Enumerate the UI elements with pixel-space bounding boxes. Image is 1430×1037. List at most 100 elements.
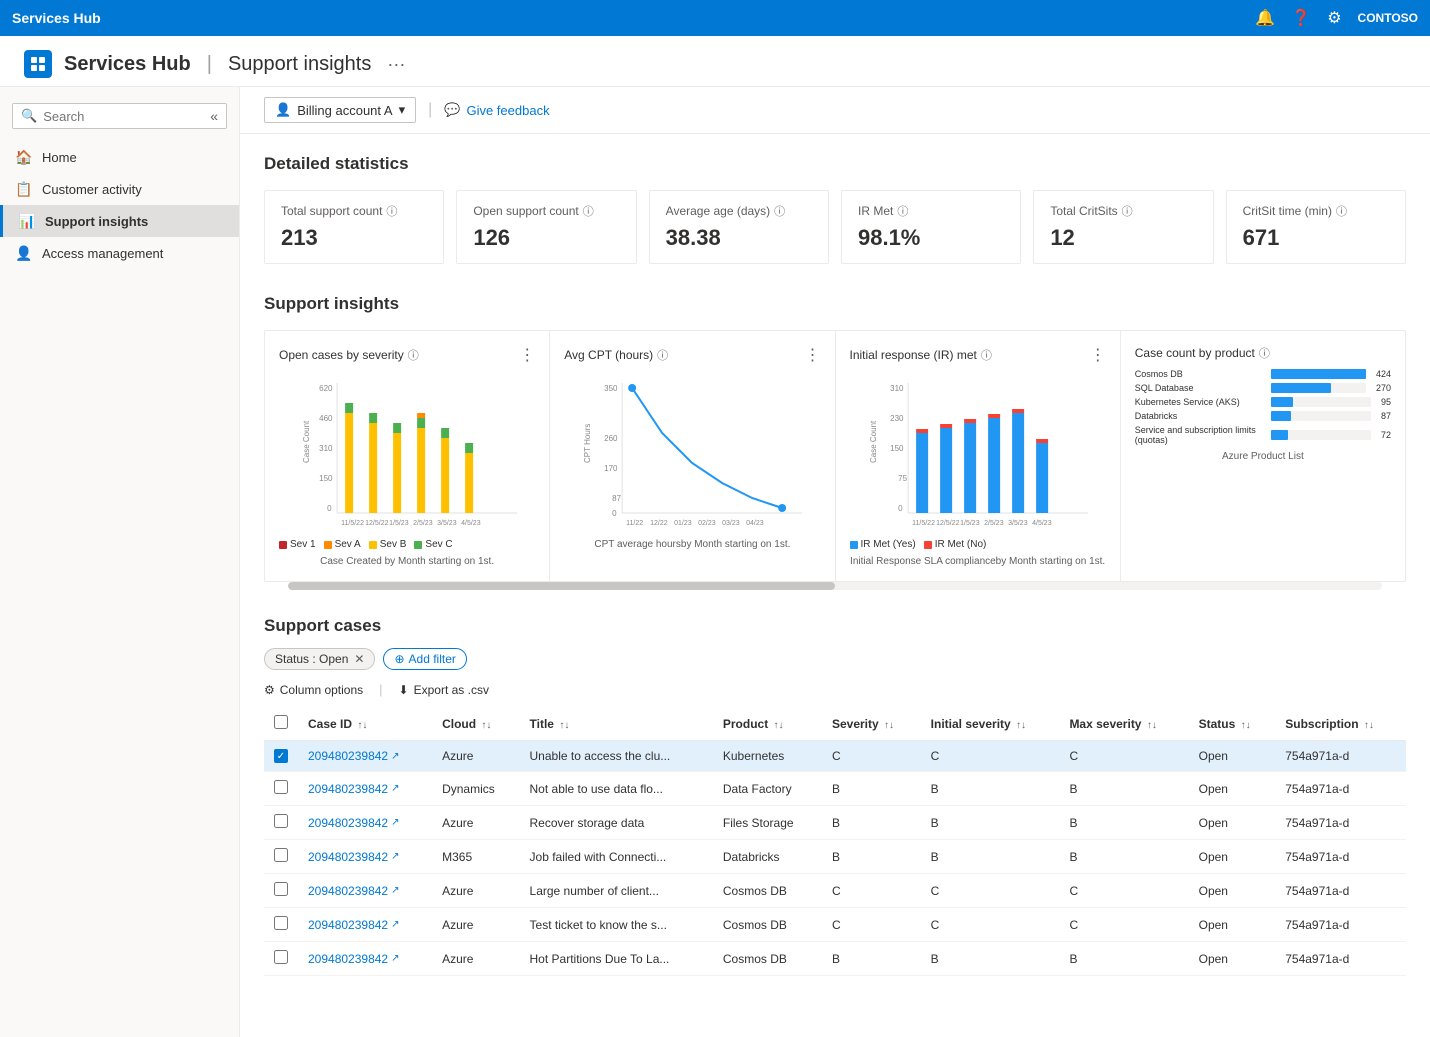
cell-check-3[interactable] [264, 840, 298, 874]
svg-text:CPT Hours: CPT Hours [583, 424, 592, 463]
column-options-button[interactable]: ⚙ Column options [264, 683, 363, 697]
chart-scroll-thumb[interactable] [288, 582, 835, 590]
case-id-link-6[interactable]: 209480239842 ↗ [308, 952, 422, 966]
bell-icon[interactable]: 🔔 [1255, 8, 1275, 28]
chart-body-4: Cosmos DB 424SQL Database 270Kubernetes … [1135, 369, 1391, 445]
row-checkbox-6[interactable] [274, 950, 288, 964]
cell-check-5[interactable] [264, 908, 298, 942]
chart-legend-3: IR Met (Yes) IR Met (No) [850, 539, 1106, 550]
info-icon-2[interactable]: ⓘ [657, 347, 668, 363]
header-status[interactable]: Status ↑↓ [1189, 707, 1276, 741]
row-checkbox-3[interactable] [274, 848, 288, 862]
svg-text:75: 75 [898, 474, 907, 483]
external-link-icon-6: ↗ [391, 953, 399, 964]
stat-info-icon-4[interactable]: ⓘ [1122, 203, 1133, 219]
header-severity[interactable]: Severity ↑↓ [822, 707, 921, 741]
help-icon[interactable]: ❓ [1291, 8, 1311, 28]
cell-check-2[interactable] [264, 806, 298, 840]
cell-product-6: Cosmos DB [713, 942, 822, 976]
row-checkbox-1[interactable] [274, 780, 288, 794]
case-id-link-1[interactable]: 209480239842 ↗ [308, 782, 422, 796]
svg-text:3/5/23: 3/5/23 [437, 520, 457, 527]
row-checkbox-2[interactable] [274, 814, 288, 828]
header-cloud[interactable]: Cloud ↑↓ [432, 707, 519, 741]
cell-max-severity-2: B [1059, 806, 1188, 840]
cell-initial-severity-4: C [921, 874, 1060, 908]
select-all-checkbox[interactable] [274, 715, 288, 729]
svg-text:Case Count: Case Count [869, 420, 878, 463]
product-bar-4 [1271, 430, 1371, 440]
chart-title-3: Initial response (IR) met ⓘ [850, 347, 992, 363]
svg-text:11/5/22: 11/5/22 [912, 520, 935, 527]
add-filter-button[interactable]: ⊕ Add filter [383, 648, 466, 670]
svg-text:0: 0 [327, 504, 332, 513]
info-icon-4[interactable]: ⓘ [1259, 345, 1270, 361]
info-icon-1[interactable]: ⓘ [408, 347, 419, 363]
export-button[interactable]: ⬇ Export as .csv [399, 683, 489, 697]
table-row: 209480239842 ↗ Dynamics Not able to use … [264, 772, 1406, 806]
stat-info-icon-0[interactable]: ⓘ [386, 203, 397, 219]
product-bar-fill-4 [1271, 430, 1288, 440]
case-id-link-4[interactable]: 209480239842 ↗ [308, 884, 422, 898]
sidebar-item-support-insights[interactable]: 📊 Support insights [0, 205, 239, 237]
header-initial-severity[interactable]: Initial severity ↑↓ [921, 707, 1060, 741]
chart-more-1[interactable]: ⋮ [519, 345, 535, 365]
search-box[interactable]: 🔍 « [12, 103, 227, 129]
header-product[interactable]: Product ↑↓ [713, 707, 822, 741]
cell-check-6[interactable] [264, 942, 298, 976]
export-icon: ⬇ [399, 683, 409, 697]
stat-info-icon-5[interactable]: ⓘ [1336, 203, 1347, 219]
sort-icon-status: ↑↓ [1241, 720, 1251, 731]
row-checkbox-4[interactable] [274, 882, 288, 896]
filter-close-icon[interactable]: ✕ [354, 652, 364, 666]
cell-caseid-2: 209480239842 ↗ [298, 806, 432, 840]
cell-subscription-2: 754a971a-d [1275, 806, 1406, 840]
case-id-link-5[interactable]: 209480239842 ↗ [308, 918, 422, 932]
cell-check-1[interactable] [264, 772, 298, 806]
svg-text:12/5/22: 12/5/22 [936, 520, 959, 527]
settings-icon[interactable]: ⚙ [1327, 8, 1341, 28]
chart-body-3: 310 230 150 75 0 [850, 373, 1106, 533]
stat-info-icon-2[interactable]: ⓘ [774, 203, 785, 219]
header-separator: | [207, 53, 212, 76]
brand-name: CONTOSO [1358, 11, 1418, 25]
row-checkbox-5[interactable] [274, 916, 288, 930]
add-filter-label: Add filter [409, 652, 456, 666]
header-max-severity[interactable]: Max severity ↑↓ [1059, 707, 1188, 741]
header-title[interactable]: Title ↑↓ [520, 707, 713, 741]
cell-title-5: Test ticket to know the s... [520, 908, 713, 942]
chart-title-2: Avg CPT (hours) ⓘ [564, 347, 668, 363]
column-options-label: Column options [280, 683, 363, 697]
case-id-link-2[interactable]: 209480239842 ↗ [308, 816, 422, 830]
support-cases-table: Case ID ↑↓ Cloud ↑↓ Title ↑↓ Product ↑↓ … [264, 707, 1406, 976]
chart-more-3[interactable]: ⋮ [1090, 345, 1106, 365]
status-filter-tag[interactable]: Status : Open ✕ [264, 648, 375, 670]
more-options-icon[interactable]: ··· [387, 54, 405, 75]
cell-caseid-5: 209480239842 ↗ [298, 908, 432, 942]
sidebar-item-home[interactable]: 🏠 Home [0, 141, 239, 173]
header-subscription[interactable]: Subscription ↑↓ [1275, 707, 1406, 741]
stat-info-icon-3[interactable]: ⓘ [897, 203, 908, 219]
info-icon-3[interactable]: ⓘ [981, 347, 992, 363]
search-input[interactable] [43, 109, 204, 124]
sidebar-item-access-management[interactable]: 👤 Access management [0, 237, 239, 269]
chart-more-2[interactable]: ⋮ [805, 345, 821, 365]
chart-scroll-track[interactable] [288, 582, 1382, 590]
billing-account-button[interactable]: 👤 Billing account A ▾ [264, 97, 416, 123]
sidebar-item-customer-activity[interactable]: 📋 Customer activity [0, 173, 239, 205]
stat-info-icon-1[interactable]: ⓘ [583, 203, 594, 219]
case-id-link-3[interactable]: 209480239842 ↗ [308, 850, 422, 864]
product-label-0: Cosmos DB [1135, 369, 1265, 379]
table-row: 209480239842 ↗ Azure Large number of cli… [264, 874, 1406, 908]
row-checkbox-0[interactable]: ✓ [274, 749, 288, 763]
sidebar-item-label: Support insights [45, 214, 148, 229]
case-id-link-0[interactable]: 209480239842 ↗ [308, 749, 422, 763]
billing-label: Billing account A [297, 103, 392, 118]
header-case-id[interactable]: Case ID ↑↓ [298, 707, 432, 741]
cell-check-0[interactable]: ✓ [264, 741, 298, 772]
collapse-icon[interactable]: « [210, 108, 218, 124]
give-feedback-button[interactable]: 💬 Give feedback [444, 102, 549, 118]
chart-header-3: Initial response (IR) met ⓘ ⋮ [850, 345, 1106, 365]
cell-check-4[interactable] [264, 874, 298, 908]
svg-text:310: 310 [890, 384, 904, 393]
